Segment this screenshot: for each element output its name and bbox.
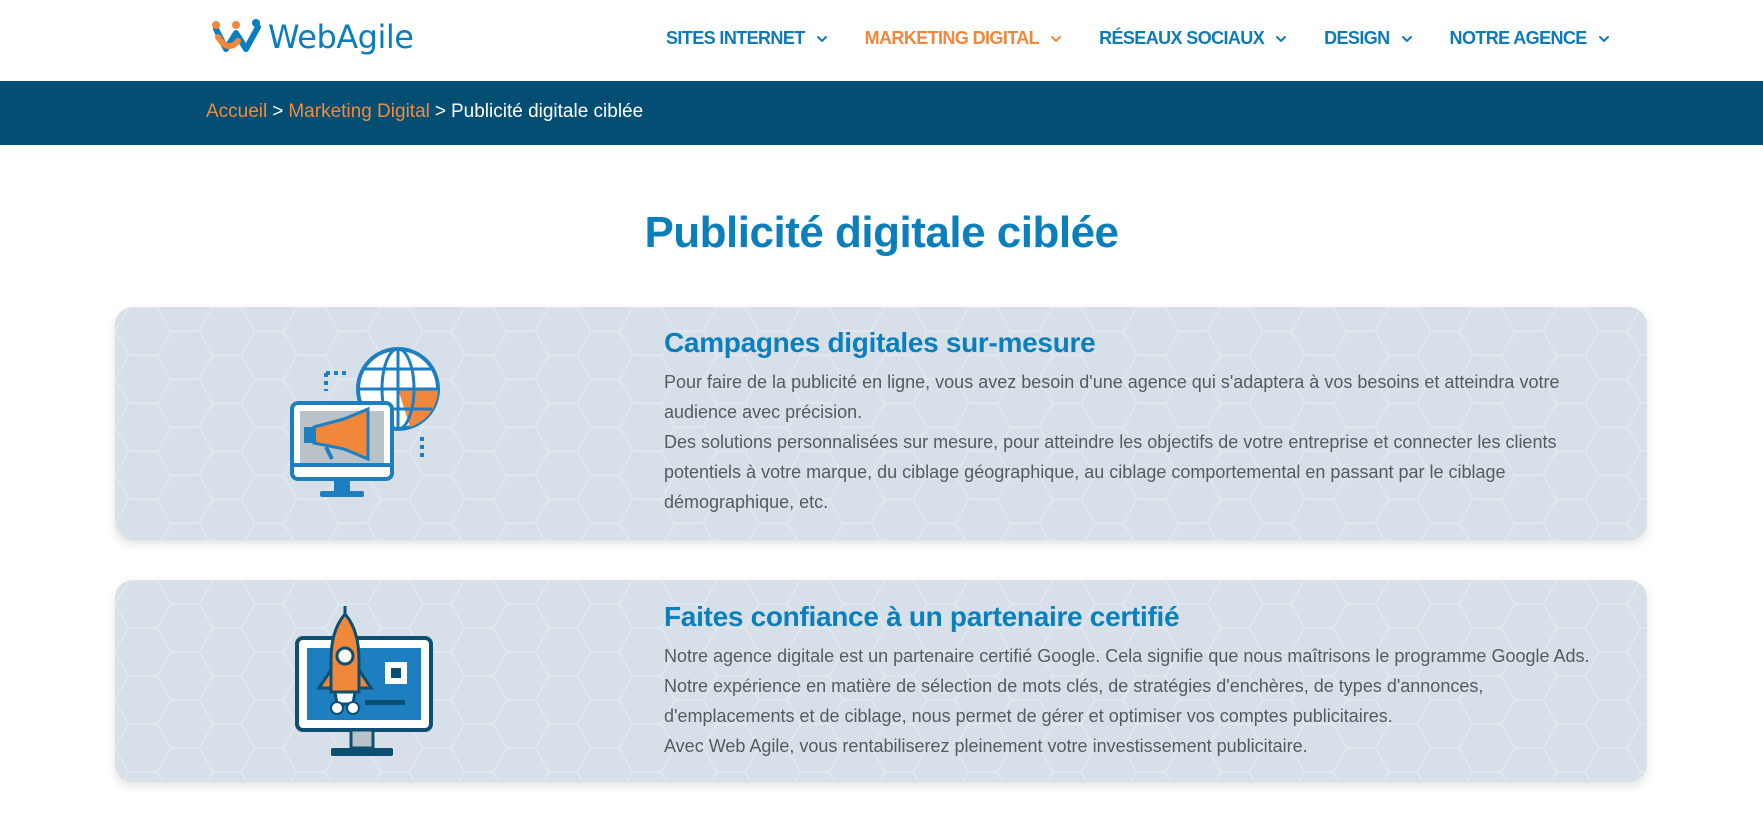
chevron-down-icon <box>1276 35 1287 42</box>
breadcrumb-bar: Accueil > Marketing Digital > Publicité digi… <box>0 81 1763 145</box>
site-header: WebAgile SITES INTERNET MARKETING DIGITA… <box>0 0 1763 81</box>
logo-text: WebAgile <box>268 18 414 56</box>
breadcrumb-home-link[interactable]: Accueil <box>206 101 267 122</box>
card-paragraph: Notre agence digitale est un partenaire … <box>664 646 1590 666</box>
logo-icon <box>212 19 261 52</box>
monitor-rocket-icon <box>295 606 433 756</box>
main-nav: SITES INTERNET MARKETING DIGITAL RÉSEAUX… <box>666 28 1647 49</box>
breadcrumb-separator: > <box>434 101 446 122</box>
nav-item-label: MARKETING DIGITAL <box>864 28 1040 48</box>
nav-item-label: SITES INTERNET <box>666 28 805 48</box>
nav-item-notre-agence[interactable]: NOTRE AGENCE <box>1450 28 1611 49</box>
breadcrumb-separator: > <box>272 101 284 122</box>
service-card: Campagnes digitales sur-mesure Pour fair… <box>115 307 1647 540</box>
breadcrumb-parent-link[interactable]: Marketing Digital <box>288 101 430 122</box>
nav-item-design[interactable]: DESIGN <box>1324 28 1413 49</box>
nav-item-sites-internet[interactable]: SITES INTERNET <box>666 28 829 49</box>
nav-item-marketing-digital[interactable]: MARKETING DIGITAL <box>865 28 1063 49</box>
card-text: Pour faire de la publicité en ligne, vou… <box>664 367 1617 517</box>
card-heading: Campagnes digitales sur-mesure <box>664 327 1096 358</box>
card-paragraph: Des solutions personnalisées sur mesure,… <box>664 432 1557 512</box>
card-paragraph: Avec Web Agile, vous rentabiliserez plei… <box>664 736 1308 756</box>
nav-item-label: NOTRE AGENCE <box>1449 28 1588 48</box>
chevron-down-icon <box>1051 35 1062 42</box>
card-heading: Faites confiance à un partenaire certifi… <box>664 601 1180 632</box>
card-paragraph: Pour faire de la publicité en ligne, vou… <box>664 372 1560 422</box>
breadcrumb-current: Publicité digitale ciblée <box>450 101 644 122</box>
nav-item-label: RÉSEAUX SOCIAUX <box>1099 28 1265 48</box>
breadcrumb: Accueil > Marketing Digital > Publicité digi… <box>206 101 643 123</box>
monitor-megaphone-globe-icon <box>290 347 440 497</box>
service-card: Faites confiance à un partenaire certifi… <box>115 580 1647 782</box>
nav-item-reseaux-sociaux[interactable]: RÉSEAUX SOCIAUX <box>1099 28 1288 49</box>
card-content: Campagnes digitales sur-mesure Pour fair… <box>664 327 1617 517</box>
card-paragraph: Notre expérience en matière de sélection… <box>664 676 1484 726</box>
chevron-down-icon <box>816 35 827 42</box>
nav-item-label: DESIGN <box>1324 28 1390 48</box>
card-text: Notre agence digitale est un partenaire … <box>664 641 1617 761</box>
chevron-down-icon <box>1598 35 1609 42</box>
logo[interactable]: WebAgile <box>212 16 414 58</box>
card-content: Faites confiance à un partenaire certifi… <box>664 601 1617 761</box>
chevron-down-icon <box>1401 35 1412 42</box>
page-title: Publicité digitale ciblée <box>644 208 1119 257</box>
